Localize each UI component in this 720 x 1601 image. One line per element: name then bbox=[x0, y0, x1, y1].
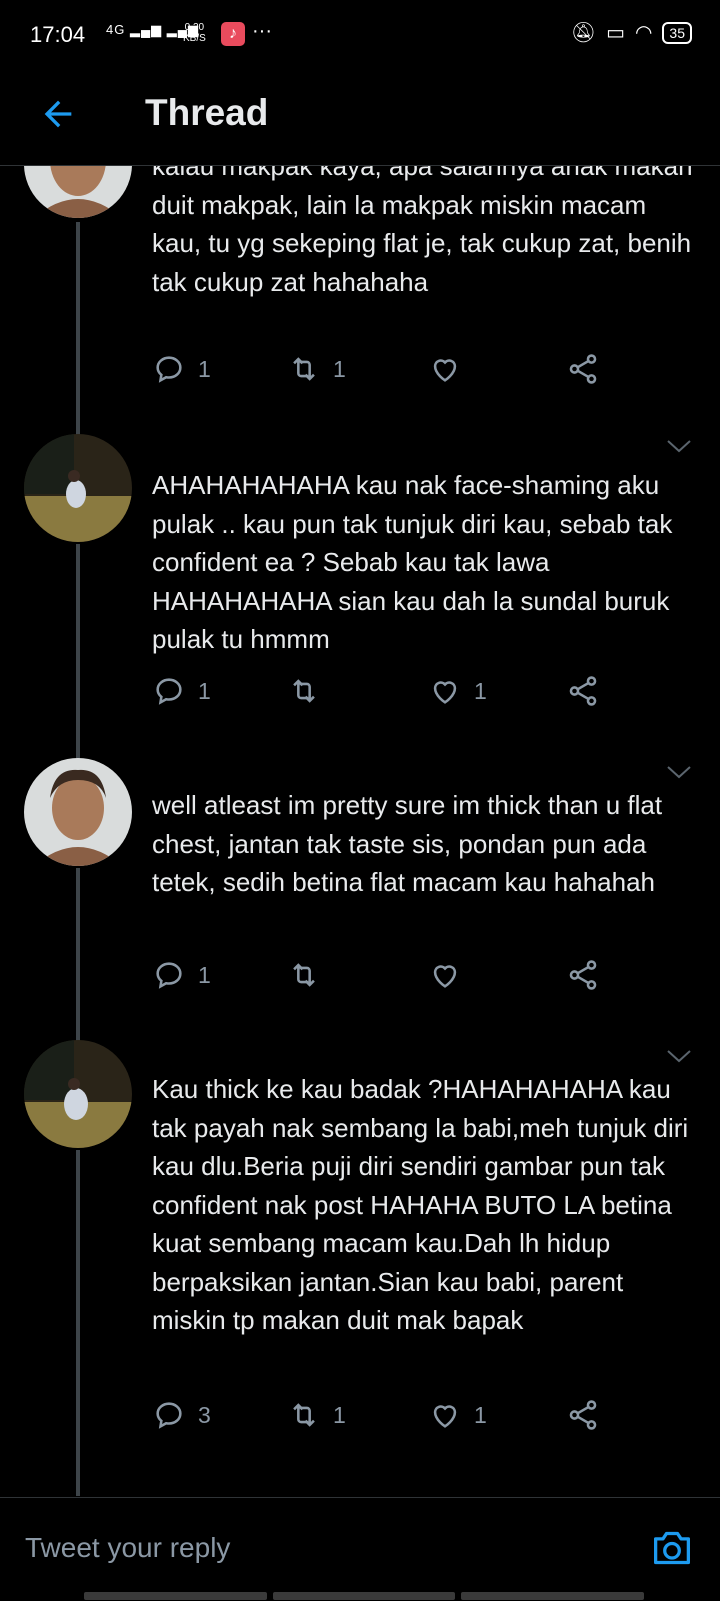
reply-count: 1 bbox=[198, 961, 211, 988]
navigation-gesture-bar bbox=[84, 1592, 645, 1600]
network-speed-unit: KB/S bbox=[183, 33, 206, 44]
reply-icon bbox=[156, 356, 182, 383]
reply-composer: Tweet your reply bbox=[0, 1497, 720, 1601]
share-icon bbox=[569, 1400, 597, 1430]
avatar[interactable] bbox=[24, 1040, 132, 1148]
chevron-down-icon[interactable] bbox=[666, 1048, 692, 1064]
chevron-down-icon[interactable] bbox=[666, 438, 692, 454]
tweet-text: Kau thick ke kau badak ?HAHAHAHAHA kau t… bbox=[152, 1074, 689, 1335]
app-bar: Thread bbox=[0, 70, 720, 166]
share-button[interactable] bbox=[566, 1398, 600, 1432]
tweet-actions: 3 1 1 bbox=[152, 1398, 632, 1438]
like-count: 1 bbox=[474, 1401, 487, 1428]
heart-icon bbox=[433, 1405, 457, 1428]
reply-button[interactable]: 1 bbox=[152, 958, 211, 992]
reply-button[interactable]: 1 bbox=[152, 352, 211, 386]
tweet-text: well atleast im pretty sure im thick tha… bbox=[152, 790, 663, 897]
thread-feed[interactable]: kalau makpak kaya, apa salahnya anak mak… bbox=[0, 166, 720, 1496]
tweet[interactable]: Kau thick ke kau badak ?HAHAHAHAHA kau t… bbox=[0, 1040, 720, 1496]
like-count: 1 bbox=[474, 677, 487, 704]
thread-line bbox=[76, 1150, 80, 1496]
tweet[interactable]: kalau makpak kaya, apa salahnya anak mak… bbox=[0, 166, 720, 436]
share-button[interactable] bbox=[566, 352, 600, 386]
tweet-actions: 1 1 bbox=[152, 674, 632, 714]
thread-line bbox=[76, 868, 80, 1046]
network-speed: 0.20 KB/S bbox=[183, 22, 206, 44]
retweet-button[interactable] bbox=[287, 958, 333, 992]
avatar[interactable] bbox=[24, 434, 132, 542]
retweet-icon bbox=[293, 963, 315, 987]
status-bar: 17:04 4G ▂▄▆ ▂▄▆ 0.20 KB/S ♪ ··· 🔕︎ ▭ ◠ … bbox=[0, 0, 720, 70]
mute-icon: 🔕︎ bbox=[570, 22, 597, 44]
thread-line bbox=[76, 544, 80, 764]
back-arrow-icon[interactable] bbox=[38, 94, 78, 134]
retweet-count: 1 bbox=[333, 355, 346, 382]
status-right-icons: 🔕︎ ▭ ◠ 35 bbox=[571, 20, 692, 45]
reply-count: 3 bbox=[198, 1401, 211, 1428]
tweet-actions: 1 bbox=[152, 958, 632, 998]
share-button[interactable] bbox=[566, 674, 600, 708]
page-title: Thread bbox=[145, 92, 269, 133]
like-button[interactable] bbox=[428, 958, 474, 992]
share-icon bbox=[569, 676, 597, 706]
retweet-count: 1 bbox=[333, 1401, 346, 1428]
retweet-icon bbox=[293, 679, 315, 703]
tweet[interactable]: well atleast im pretty sure im thick tha… bbox=[0, 758, 720, 1046]
like-button[interactable]: 1 bbox=[428, 674, 487, 708]
retweet-icon bbox=[293, 357, 315, 381]
reply-icon bbox=[156, 962, 182, 989]
share-icon bbox=[569, 960, 597, 990]
status-time: 17:04 bbox=[30, 22, 86, 47]
music-app-icon: ♪ bbox=[221, 22, 245, 46]
reply-button[interactable]: 1 bbox=[152, 674, 211, 708]
battery-icon: 35 bbox=[662, 21, 692, 44]
reply-count: 1 bbox=[198, 677, 211, 704]
chevron-down-icon[interactable] bbox=[666, 764, 692, 780]
more-notifications-icon: ··· bbox=[252, 20, 272, 42]
avatar[interactable] bbox=[24, 166, 132, 218]
heart-icon bbox=[433, 681, 457, 704]
camera-icon[interactable] bbox=[650, 1528, 694, 1568]
share-icon bbox=[569, 354, 597, 384]
heart-icon bbox=[433, 359, 457, 382]
like-button[interactable] bbox=[428, 352, 474, 386]
network-speed-value: 0.20 bbox=[184, 22, 205, 33]
tweet-actions: 1 1 bbox=[152, 352, 632, 392]
headphones-icon: ◠ bbox=[634, 22, 653, 44]
reply-input[interactable]: Tweet your reply bbox=[25, 1532, 230, 1564]
tweet-text: kalau makpak kaya, apa salahnya anak mak… bbox=[152, 166, 693, 297]
reply-icon bbox=[156, 678, 182, 705]
retweet-icon bbox=[293, 1403, 315, 1427]
reply-count: 1 bbox=[198, 355, 211, 382]
heart-icon bbox=[433, 965, 457, 988]
tweet-text: AHAHAHAHAHA kau nak face-shaming aku pul… bbox=[152, 470, 673, 654]
screen-icon: ▭ bbox=[606, 22, 625, 44]
tweet[interactable]: AHAHAHAHAHA kau nak face-shaming aku pul… bbox=[0, 434, 720, 764]
retweet-button[interactable] bbox=[287, 674, 333, 708]
thread-line bbox=[76, 222, 80, 436]
reply-icon bbox=[156, 1402, 182, 1429]
like-button[interactable]: 1 bbox=[428, 1398, 487, 1432]
network-type: 4G bbox=[106, 22, 126, 37]
retweet-button[interactable]: 1 bbox=[287, 352, 346, 386]
avatar[interactable] bbox=[24, 758, 132, 866]
reply-button[interactable]: 3 bbox=[152, 1398, 211, 1432]
share-button[interactable] bbox=[566, 958, 600, 992]
retweet-button[interactable]: 1 bbox=[287, 1398, 346, 1432]
